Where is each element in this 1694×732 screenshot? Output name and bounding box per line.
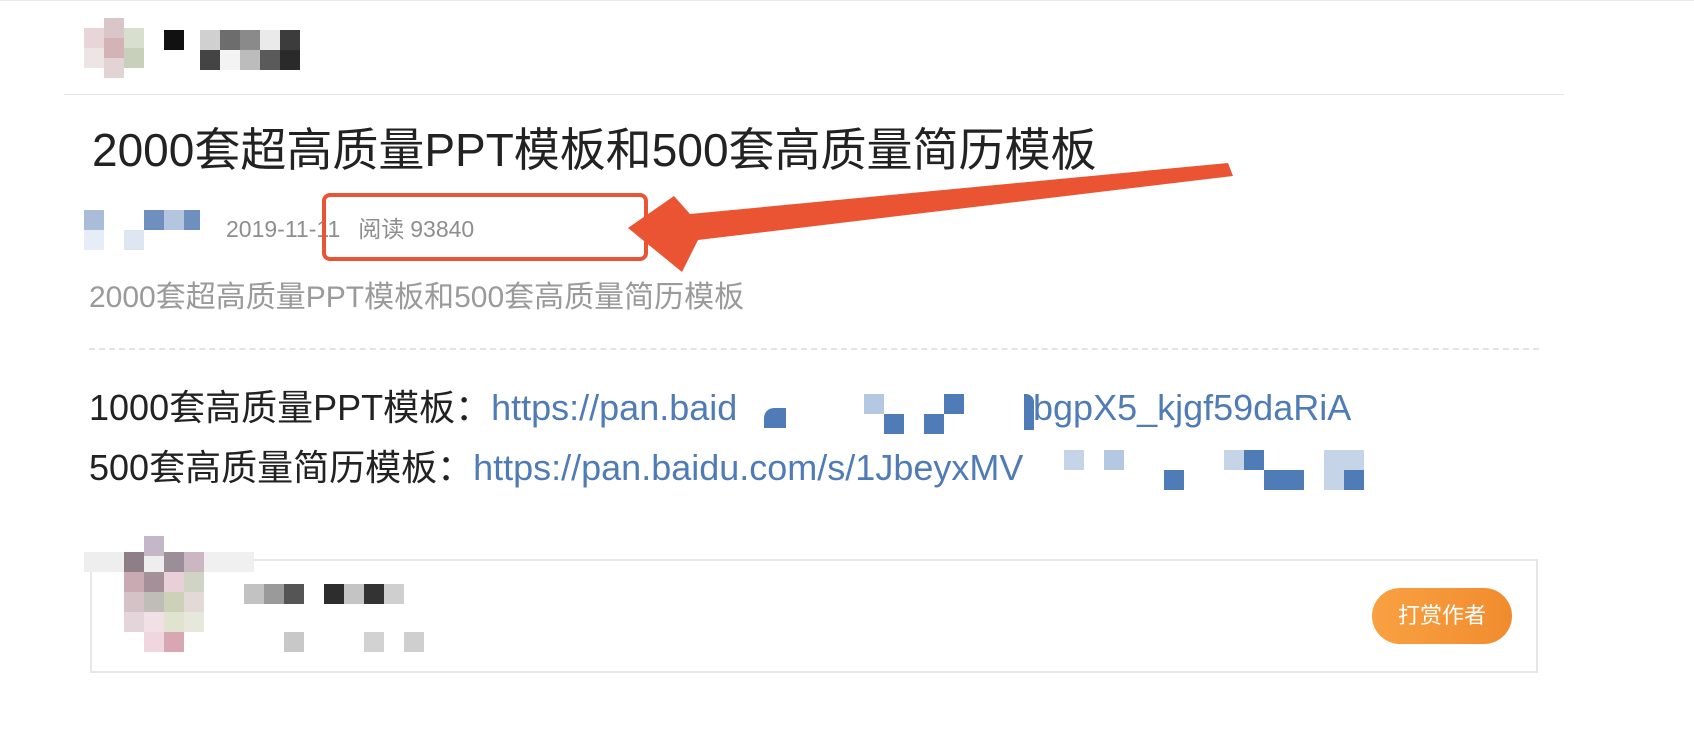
ppt-link-label: 1000套高质量PPT模板： [89, 387, 492, 428]
header-name [160, 28, 310, 70]
article-page: 2000套超高质量PPT模板和500套高质量简历模板 2019-11-11 阅读 9… [0, 0, 1694, 732]
author-name-pixelated[interactable] [84, 210, 204, 250]
resume-link-label: 500套高质量简历模板： [89, 447, 474, 488]
article-summary: 2000套超高质量PPT模板和500套高质量简历模板 [89, 281, 745, 314]
article-title: 2000套超高质量PPT模板和500套高质量简历模板 [92, 124, 1097, 176]
resume-link-line: 500套高质量简历模板：https://pan.baidu.com/s/1Jbe… [89, 444, 1023, 492]
ppt-link-obscured [760, 394, 1034, 434]
author-card-name [244, 584, 444, 674]
resume-link-obscured [1064, 450, 1374, 490]
reward-author-button[interactable]: 打赏作者 [1372, 588, 1512, 644]
ppt-link-end[interactable]: bgpX5_kjgf59daRiA [1033, 384, 1351, 432]
header-avatar[interactable] [84, 10, 144, 78]
read-count-highlight [322, 193, 648, 261]
dashed-divider [89, 348, 1539, 350]
ppt-link-line: 1000套高质量PPT模板：https://pan.baid [89, 384, 737, 432]
header-divider [64, 94, 1564, 95]
resume-link-start[interactable]: https://pan.baidu.com/s/1JbeyxMV [473, 447, 1023, 488]
ppt-link-start[interactable]: https://pan.baid [491, 387, 737, 428]
top-border [0, 0, 1694, 1]
